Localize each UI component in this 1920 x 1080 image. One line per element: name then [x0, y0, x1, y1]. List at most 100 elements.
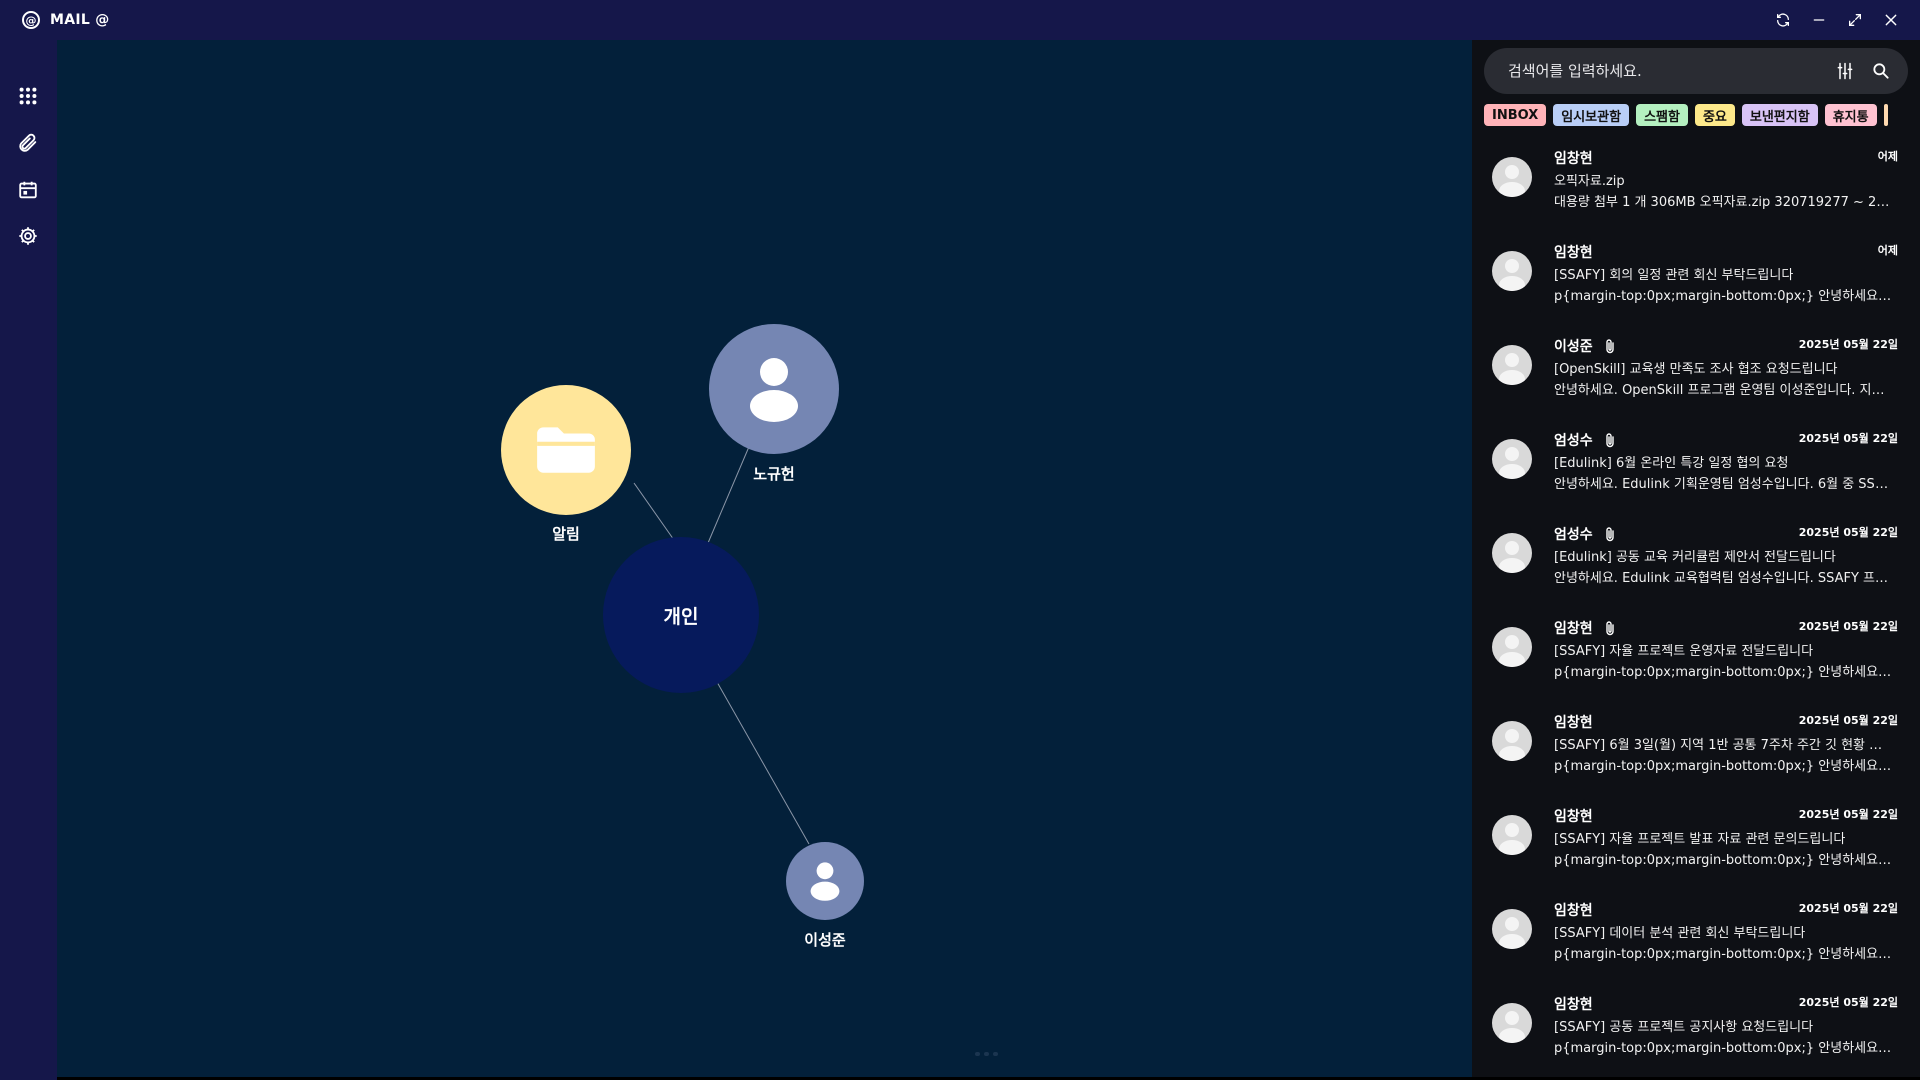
avatar: [1492, 721, 1532, 761]
folder-tag[interactable]: [1883, 104, 1888, 126]
mail-sender: 임창현: [1554, 151, 1593, 167]
mail-preview: p{margin-top:0px;margin-bottom:0px;} 안녕하…: [1554, 289, 1894, 304]
close-icon[interactable]: [1880, 9, 1902, 31]
title-bar: @ MAIL @: [0, 0, 1920, 40]
mail-date: 2025년 05월 22일: [1798, 902, 1898, 915]
mail-list-item[interactable]: 임창현 2025년 05월 22일 [SSAFY] 데이터 분석 관련 회신 부탁드…: [1472, 890, 1920, 984]
app-logo-icon: @: [22, 11, 40, 29]
mail-date: 2025년 05월 22일: [1798, 996, 1898, 1009]
folder-tag[interactable]: 보낸편지함: [1741, 104, 1818, 126]
mail-list-item[interactable]: 임창현 2025년 05월 22일 [SSAFY] 공동 프로젝트 공지사항 요청드…: [1472, 984, 1920, 1077]
mail-sender: 이성준: [1554, 339, 1593, 355]
avatar: [1492, 157, 1532, 197]
mail-sender: 엄성수: [1554, 527, 1593, 543]
folder-tag[interactable]: 스팸함: [1636, 104, 1688, 126]
mail-list-item[interactable]: 엄성수 2025년 05월 22일 [Edulink] 6월 온라인 특강 일정 협…: [1472, 420, 1920, 514]
mail-subject: 오픽자료.zip: [1554, 174, 1625, 189]
mail-sender: 임창현: [1554, 903, 1593, 919]
mail-list: 임창현 어제 오픽자료.zip 대용량 첨부 1 개 306MB 오픽자료.zip 3…: [1472, 138, 1920, 1077]
apps-grid-icon[interactable]: [16, 84, 40, 108]
mail-panel: INBOX임시보관함스팸함중요보낸편지함휴지통 임창현어제오픽자료.zip대용량…: [1472, 40, 1920, 1077]
mail-sender: 엄성수: [1554, 433, 1593, 449]
mail-list-item[interactable]: 임창현 2025년 05월 22일 [SSAFY] 자율 프로젝트 발표 자료 관련…: [1472, 796, 1920, 890]
graph-node-nogyuheon[interactable]: [709, 324, 839, 454]
mail-subject: [SSAFY] 6월 3일(월) 지역 1반 공통 7주차 주간 깃 현황 보고…: [1554, 738, 1894, 753]
mail-preview: 안녕하세요. Edulink 교육협력팀 엄성수입니다. SSAFY 프로그램과…: [1554, 571, 1894, 586]
avatar: [1492, 627, 1532, 667]
attachment-icon: [1604, 432, 1616, 448]
mail-list-item[interactable]: 엄성수 2025년 05월 22일 [Edulink] 공동 교육 커리큘럼 제안서…: [1472, 514, 1920, 608]
link-leeseongjun: [716, 681, 810, 845]
graph-node-alert[interactable]: [501, 385, 631, 515]
mail-list-item[interactable]: 임창현 어제오픽자료.zip 대용량 첨부 1 개 306MB 오픽자료.zip 3…: [1472, 138, 1920, 232]
folder-tag[interactable]: INBOX: [1484, 104, 1547, 126]
mail-sender: 임창현: [1554, 245, 1593, 261]
folder-icon: [537, 427, 595, 473]
link-nogyuheon: [707, 441, 752, 544]
folder-tags: INBOX 임시보관함 스팸함 중요 보낸편지함 휴지통: [1484, 104, 1920, 128]
center-node-label: 개인: [663, 605, 699, 628]
app-title: MAIL @: [50, 12, 110, 28]
folder-tag[interactable]: 임시보관함: [1553, 104, 1630, 126]
mail-date: 어제: [1877, 150, 1898, 163]
mail-preview: p{margin-top:0px;margin-bottom:0px;} 안녕하…: [1554, 759, 1894, 774]
graph-node-leeseongjun[interactable]: [786, 842, 864, 920]
node-label-nogyuheon: 노규헌: [753, 465, 795, 483]
minimize-icon[interactable]: [1808, 9, 1830, 31]
mail-preview: p{margin-top:0px;margin-bottom:0px;} 안녕하…: [1554, 1041, 1894, 1056]
graph-canvas[interactable]: 알림 노규헌 개인 이성준: [57, 40, 1472, 1077]
calendar-icon[interactable]: [16, 178, 40, 202]
search-bar: [1484, 48, 1908, 94]
folder-tag[interactable]: 중요: [1694, 104, 1735, 126]
mail-preview: p{margin-top:0px;margin-bottom:0px;} 안녕하…: [1554, 947, 1894, 962]
mail-date: 어제: [1877, 244, 1898, 257]
filter-sliders-icon[interactable]: [1832, 58, 1858, 84]
mail-subject: [SSAFY] 자율 프로젝트 발표 자료 관련 문의드립니다: [1554, 832, 1846, 847]
mail-subject: [Edulink] 6월 온라인 특강 일정 협의 요청: [1554, 456, 1789, 471]
attachment-icon: [1604, 620, 1616, 636]
person-icon: [810, 862, 840, 901]
search-input[interactable]: [1506, 61, 1832, 81]
mail-date: 2025년 05월 22일: [1798, 808, 1898, 821]
mail-list-item[interactable]: 임창현 어제 [SSAFY] 회의 일정 관련 회신 부탁드립니다 p{margin-…: [1472, 232, 1920, 326]
window-controls: [1772, 0, 1902, 40]
graph-node-center[interactable]: 개인: [603, 537, 759, 693]
refresh-icon[interactable]: [1772, 9, 1794, 31]
mail-sender: 임창현: [1554, 997, 1593, 1013]
graph-links: [633, 441, 810, 845]
mail-sender: 임창현: [1554, 621, 1593, 637]
mail-list-item[interactable]: 임창현 2025년 05월 22일 [SSAFY] 6월 3일(월) 지역 1반 공…: [1472, 702, 1920, 796]
paperclip-icon[interactable]: [16, 131, 40, 155]
mail-subject: [Edulink] 공동 교육 커리큘럼 제안서 전달드립니다: [1554, 550, 1836, 565]
search-icon[interactable]: [1868, 58, 1894, 84]
mail-preview: 안녕하세요. Edulink 기획운영팀 엄성수입니다. 6월 중 SSAFY …: [1554, 477, 1894, 492]
node-label-alert: 알림: [552, 525, 580, 543]
mail-date: 2025년 05월 22일: [1798, 432, 1898, 445]
mail-sender: 임창현: [1554, 715, 1593, 731]
folder-tag[interactable]: 휴지통: [1824, 104, 1877, 126]
avatar: [1492, 533, 1532, 573]
mail-subject: [SSAFY] 공동 프로젝트 공지사항 요청드립니다: [1554, 1020, 1814, 1035]
mail-subject: [SSAFY] 데이터 분석 관련 회신 부탁드립니다: [1554, 926, 1806, 941]
sidebar: [0, 40, 57, 1080]
maximize-icon[interactable]: [1844, 9, 1866, 31]
mail-list-item[interactable]: 이성준 2025년 05월 22일 [OpenSkill] 교육생 만족도 조사 협…: [1472, 326, 1920, 420]
mail-preview: p{margin-top:0px;margin-bottom:0px;} 안녕하…: [1554, 853, 1894, 868]
mail-subject: [SSAFY] 회의 일정 관련 회신 부탁드립니다: [1554, 268, 1794, 283]
drag-handle-dots[interactable]: [975, 1052, 1003, 1058]
avatar: [1492, 345, 1532, 385]
avatar: [1492, 815, 1532, 855]
avatar: [1492, 1003, 1532, 1043]
mail-subject: [OpenSkill] 교육생 만족도 조사 협조 요청드립니다: [1554, 362, 1838, 377]
mail-list-item[interactable]: 임창현 2025년 05월 22일 [SSAFY] 자율 프로젝트 운영자료 전달드…: [1472, 608, 1920, 702]
avatar: [1492, 439, 1532, 479]
mail-preview: p{margin-top:0px;margin-bottom:0px;} 안녕하…: [1554, 665, 1894, 680]
mail-preview: 대용량 첨부 1 개 306MB 오픽자료.zip 320719277 ~ 20…: [1554, 195, 1894, 210]
mail-date: 2025년 05월 22일: [1798, 338, 1898, 351]
mail-preview: 안녕하세요. OpenSkill 프로그램 운영팀 이성준입니다. 지난 교육 …: [1554, 383, 1894, 398]
avatar: [1492, 909, 1532, 949]
gear-icon[interactable]: [16, 224, 40, 248]
person-icon: [750, 358, 798, 422]
node-label-leeseongjun: 이성준: [804, 931, 846, 949]
mail-date: 2025년 05월 22일: [1798, 620, 1898, 633]
